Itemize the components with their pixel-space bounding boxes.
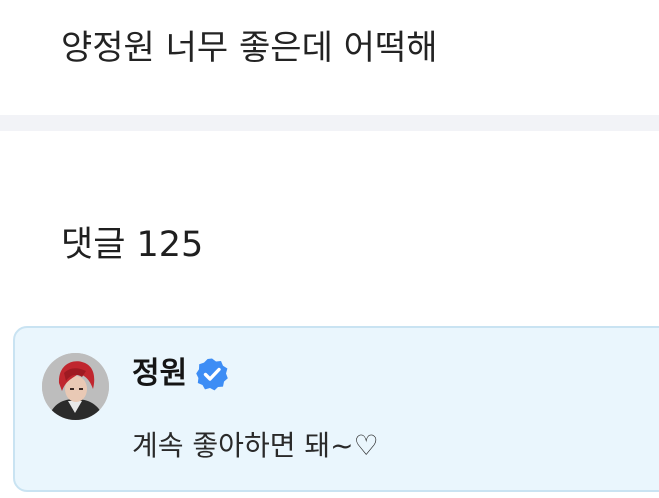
avatar-photo-icon — [42, 353, 109, 420]
comment-text: 계속 좋아하면 돼~♡ — [132, 429, 379, 462]
verified-badge-icon — [195, 357, 229, 391]
author-row: 정원 — [132, 356, 229, 392]
author-avatar[interactable] — [42, 353, 109, 420]
section-divider — [0, 115, 659, 131]
comments-count-heading: 댓글 125 — [61, 225, 204, 265]
author-name[interactable]: 정원 — [132, 356, 187, 392]
comment-card[interactable]: 정원 계속 좋아하면 돼~♡ — [13, 326, 659, 492]
post-title: 양정원 너무 좋은데 어떡해 — [61, 28, 438, 68]
post-page: 양정원 너무 좋은데 어떡해 댓글 125 정원 계속 좋아하면 돼~♡ — [0, 0, 659, 498]
